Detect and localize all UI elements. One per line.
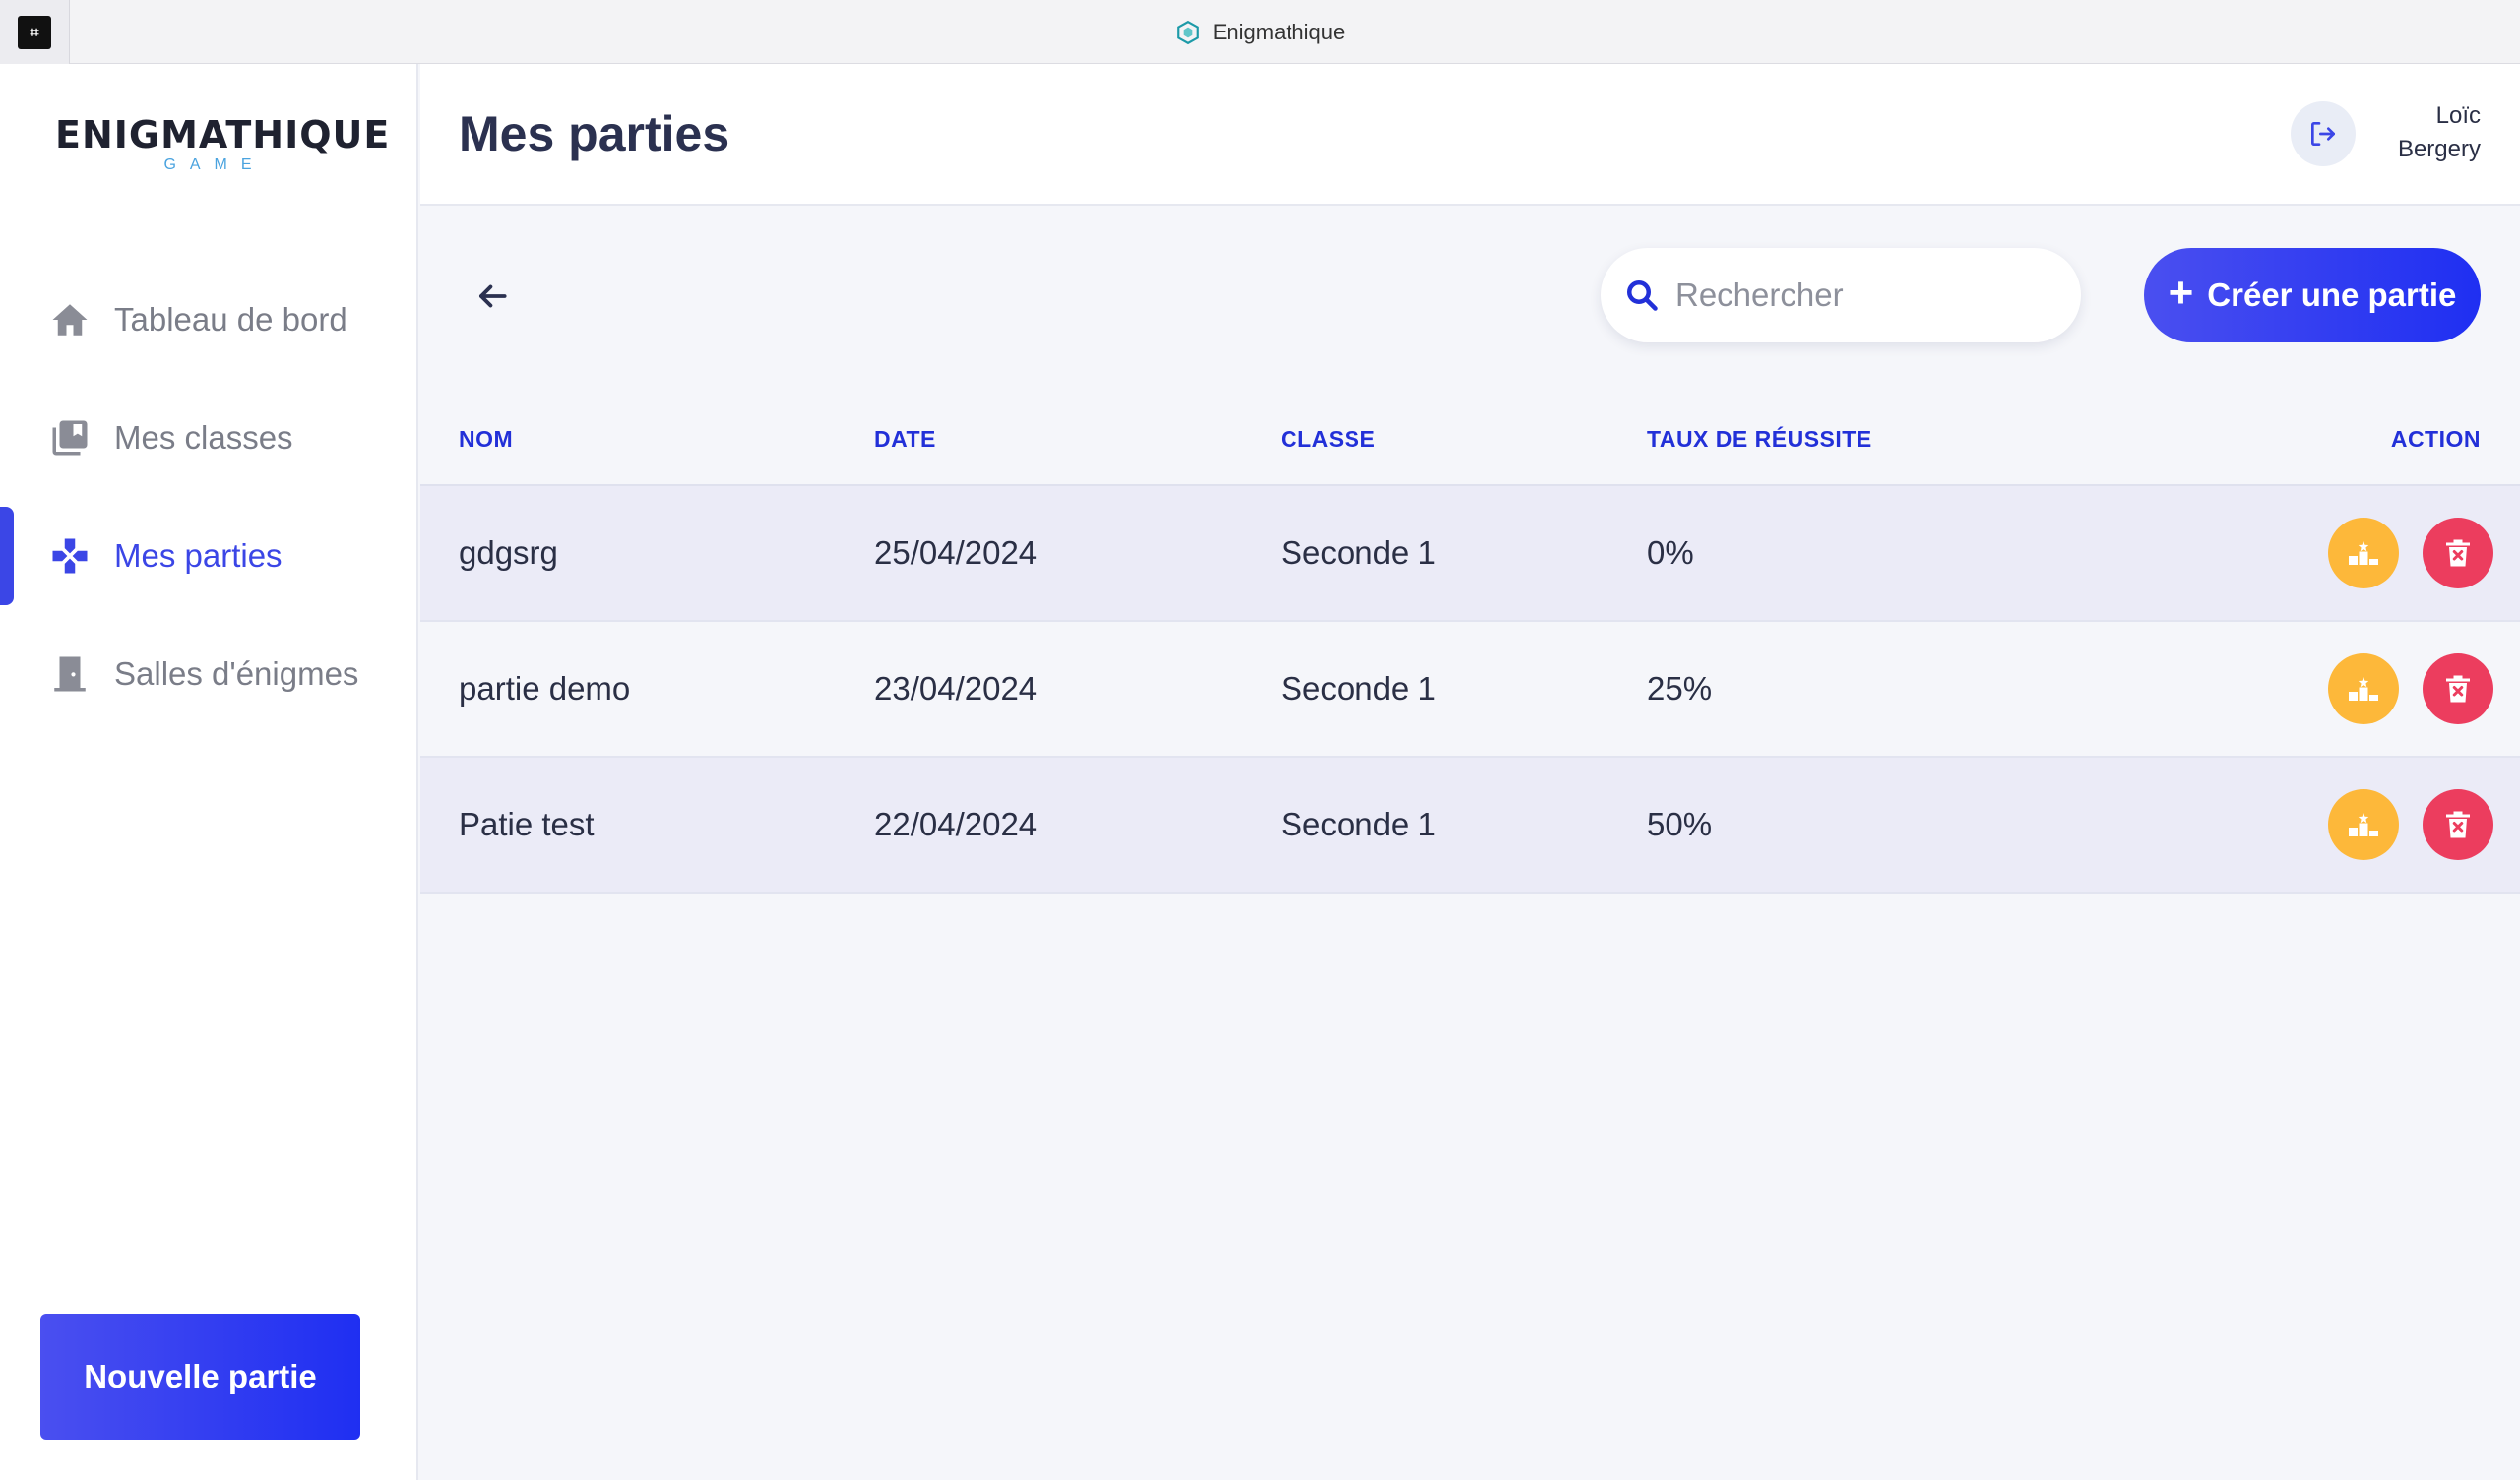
logout-icon [2311,122,2335,146]
library-icon [52,420,88,456]
user-first-name: Loïc [2435,102,2481,129]
delete-button[interactable] [2423,789,2493,860]
delete-button[interactable] [2423,653,2493,724]
page-title: Mes parties [459,106,730,161]
sidebar-item-label: Mes parties [114,537,283,574]
user-name[interactable]: Loïc Bergery [2398,99,2481,166]
cell-date: 23/04/2024 [874,670,1038,707]
cell-date: 22/04/2024 [874,806,1038,842]
cell-classe: Seconde 1 [1281,670,1436,707]
cell-date: 25/04/2024 [874,534,1038,571]
window-title-text: Enigmathique [1212,19,1346,44]
home-icon [52,304,88,336]
cell-nom: Patie test [459,806,595,842]
row-actions [2328,518,2493,588]
user-last-name: Bergery [2397,136,2481,162]
cell-classe: Seconde 1 [1281,534,1436,571]
cell-taux: 0% [1647,534,1694,571]
column-header-action: ACTION [2390,425,2481,452]
table-row[interactable]: Patie test 22/04/2024 Seconde 1 50% [420,758,2520,894]
row-actions [2328,653,2493,724]
table-row[interactable]: gdgsrg 25/04/2024 Seconde 1 0% [420,486,2520,622]
sidebar-item-rooms[interactable]: Salles d'énigmes [0,615,418,733]
brand-logo-sub: GAME [163,156,266,173]
column-header-taux[interactable]: TAUX DE RÉUSSITE [1647,426,1872,453]
table-row[interactable]: partie demo 23/04/2024 Seconde 1 25% [420,622,2520,758]
sidebar-item-classes[interactable]: Mes classes [0,379,418,497]
results-button[interactable] [2328,653,2399,724]
column-header-date[interactable]: DATE [874,426,936,453]
podium-icon [2349,541,2378,565]
sidebar: ENIGMATHIQUE GAME Tableau de bord Mes cl… [0,64,418,1480]
cell-nom: gdgsrg [459,534,558,571]
sidebar-item-label: Salles d'énigmes [114,655,359,692]
sidebar-nav: Tableau de bord Mes classes Mes parties … [0,261,418,733]
column-header-classe[interactable]: CLASSE [1281,426,1375,453]
podium-icon [2349,677,2378,701]
table-header-row: NOM DATE CLASSE TAUX DE RÉUSSITE ACTION [420,394,2520,486]
delete-button[interactable] [2423,518,2493,588]
sidebar-item-label: Mes classes [114,419,293,456]
row-actions [2328,789,2493,860]
column-header-nom[interactable]: NOM [459,426,513,453]
window-title: Enigmathique [0,0,2520,64]
trash-icon [2446,811,2470,838]
podium-icon [2349,813,2378,836]
search-input[interactable] [1675,277,2049,314]
cell-classe: Seconde 1 [1281,806,1436,842]
brand-logo[interactable]: ENIGMATHIQUE GAME [55,113,391,174]
sidebar-item-dashboard[interactable]: Tableau de bord [0,261,418,379]
results-button[interactable] [2328,518,2399,588]
create-game-button[interactable]: + Créer une partie [2144,248,2481,342]
create-game-label: Créer une partie [2207,277,2457,313]
games-table: NOM DATE CLASSE TAUX DE RÉUSSITE ACTION … [420,394,2520,894]
results-button[interactable] [2328,789,2399,860]
trash-icon [2446,539,2470,567]
trash-icon [2446,675,2470,703]
sidebar-item-games[interactable]: Mes parties [0,497,418,615]
arrow-left-icon [479,284,507,308]
search-icon [1627,280,1658,311]
sidebar-item-label: Tableau de bord [114,301,347,338]
cell-taux: 25% [1647,670,1713,707]
page-header: Mes parties Loïc Bergery [420,64,2520,206]
cell-taux: 50% [1647,806,1713,842]
plus-icon: + [2168,269,2194,317]
door-icon [54,656,86,692]
new-game-button[interactable]: Nouvelle partie [40,1314,360,1440]
cell-nom: partie demo [459,670,631,707]
logout-button[interactable] [2291,101,2356,166]
gamepad-icon [52,538,88,574]
brand-logo-main: ENIGMATHIQUE [55,113,391,156]
search-box[interactable] [1601,248,2081,342]
window-titlebar: ⌗ Enigmathique [0,0,2520,64]
back-button[interactable] [468,272,517,321]
cube-logo-icon [1176,20,1199,44]
